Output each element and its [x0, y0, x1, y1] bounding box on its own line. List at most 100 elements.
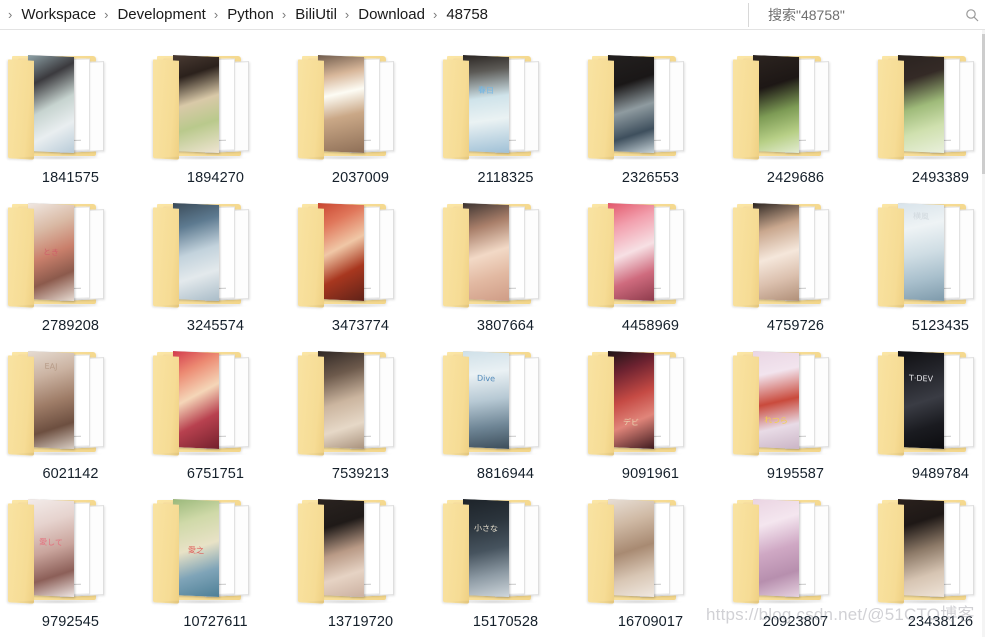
thumbnail-image: [173, 203, 219, 301]
folder-label: 1841575: [41, 170, 100, 186]
folder-shadow: [739, 452, 827, 456]
folder-shadow: [304, 452, 392, 456]
folder-item[interactable]: 春日 2118325: [433, 48, 578, 196]
folder-label: 13719720: [327, 614, 394, 630]
folder-item[interactable]: 2326553: [578, 48, 723, 196]
folder-front-panel: [443, 503, 469, 604]
search-box[interactable]: [757, 0, 985, 29]
folder-item[interactable]: T·DEV 9489784: [868, 344, 985, 492]
folder-front-panel: [588, 207, 614, 308]
folder-label: 9091961: [621, 466, 680, 482]
folder-label: 4759726: [766, 318, 825, 334]
folder-icon: [731, 50, 839, 164]
folder-thumbnail: デビ: [608, 351, 654, 449]
folder-item[interactable]: 2493389: [868, 48, 985, 196]
folder-item[interactable]: 3245574: [143, 196, 288, 344]
folder-item[interactable]: 4458969: [578, 196, 723, 344]
folder-front-panel: [153, 355, 179, 456]
folder-item[interactable]: 13719720: [288, 492, 433, 640]
thumbnail-image: [608, 55, 654, 153]
folder-icon: EAJ: [6, 346, 114, 460]
thumbnail-image: [318, 499, 364, 597]
thumbnail-image: [463, 203, 509, 301]
folder-item[interactable]: 16709017: [578, 492, 723, 640]
folder-thumbnail: [173, 351, 219, 449]
thumbnail-image: [608, 499, 654, 597]
folder-shadow: [159, 304, 247, 308]
folder-item[interactable]: 23438126: [868, 492, 985, 640]
folder-item[interactable]: 7539213: [288, 344, 433, 492]
folder-icon: [876, 50, 984, 164]
search-input[interactable]: [757, 5, 957, 24]
breadcrumb-item-48758[interactable]: 48758: [444, 4, 490, 25]
thumbnail-image: [753, 499, 799, 597]
folder-item[interactable]: 1894270: [143, 48, 288, 196]
folder-shadow: [739, 600, 827, 604]
folder-thumbnail: とき: [28, 203, 74, 301]
breadcrumb-item-biliutil[interactable]: BiliUtil: [293, 4, 339, 25]
folder-item[interactable]: EAJ 6021142: [0, 344, 143, 492]
folder-label: 3245574: [186, 318, 245, 334]
folder-item[interactable]: れつら 9195587: [723, 344, 868, 492]
folder-item[interactable]: 3807664: [433, 196, 578, 344]
thumbnail-image: [28, 55, 74, 153]
folder-item[interactable]: 2429686: [723, 48, 868, 196]
breadcrumb-item-workspace[interactable]: Workspace: [19, 4, 98, 25]
folder-shadow: [14, 452, 102, 456]
folder-item[interactable]: 横風 5123435: [868, 196, 985, 344]
folder-front-panel: [153, 59, 179, 160]
folder-icon: [586, 198, 694, 312]
folder-label: 9195587: [766, 466, 825, 482]
folder-shadow: [449, 304, 537, 308]
breadcrumb-separator: ›: [213, 7, 219, 22]
thumbnail-image: [28, 499, 74, 597]
folder-icon: れつら: [731, 346, 839, 460]
folder-label: 2429686: [766, 170, 825, 186]
folder-front-panel: [298, 503, 324, 604]
folder-front-panel: [8, 503, 34, 604]
folder-item[interactable]: 愛之 10727611: [143, 492, 288, 640]
thumbnail-image: [318, 55, 364, 153]
folder-front-panel: [298, 355, 324, 456]
folder-front-panel: [8, 59, 34, 160]
folder-thumbnail: [318, 55, 364, 153]
folder-item[interactable]: 小さな 15170528: [433, 492, 578, 640]
thumbnail-image: [463, 499, 509, 597]
folder-item[interactable]: とき 2789208: [0, 196, 143, 344]
folder-item[interactable]: 2037009: [288, 48, 433, 196]
folder-item[interactable]: 3473774: [288, 196, 433, 344]
folder-front-panel: [298, 207, 324, 308]
folder-icon: とき: [6, 198, 114, 312]
folder-front-panel: [878, 207, 904, 308]
folder-front-panel: [878, 59, 904, 160]
folder-front-panel: [153, 503, 179, 604]
folder-thumbnail: T·DEV: [898, 351, 944, 449]
folder-item[interactable]: 1841575: [0, 48, 143, 196]
folder-thumbnail: 春日: [463, 55, 509, 153]
folder-icon: [151, 198, 259, 312]
breadcrumb[interactable]: › Workspace › Development › Python › BiliUtil › D…: [0, 0, 723, 29]
breadcrumb-item-download[interactable]: Download: [356, 4, 427, 25]
folder-label: 23438126: [907, 614, 974, 630]
folder-icon: [151, 50, 259, 164]
folder-shadow: [594, 452, 682, 456]
folder-icon: 小さな: [441, 494, 549, 608]
folder-item[interactable]: 6751751: [143, 344, 288, 492]
folder-item[interactable]: 愛して 9792545: [0, 492, 143, 640]
thumbnail-image: [608, 203, 654, 301]
folder-shadow: [739, 156, 827, 160]
folder-item[interactable]: 4759726: [723, 196, 868, 344]
folder-item[interactable]: 20923807: [723, 492, 868, 640]
folder-item[interactable]: Dive 8816944: [433, 344, 578, 492]
folder-item[interactable]: デビ 9091961: [578, 344, 723, 492]
folder-thumbnail: れつら: [753, 351, 799, 449]
folder-thumbnail: [898, 55, 944, 153]
thumbnail-image: [753, 351, 799, 449]
folder-label: 2789208: [41, 318, 100, 334]
folder-shadow: [884, 304, 972, 308]
breadcrumb-item-development[interactable]: Development: [115, 4, 207, 25]
breadcrumb-item-python[interactable]: Python: [225, 4, 276, 25]
folder-front-panel: [588, 503, 614, 604]
folder-label: 8816944: [476, 466, 535, 482]
thumbnail-image: [173, 351, 219, 449]
